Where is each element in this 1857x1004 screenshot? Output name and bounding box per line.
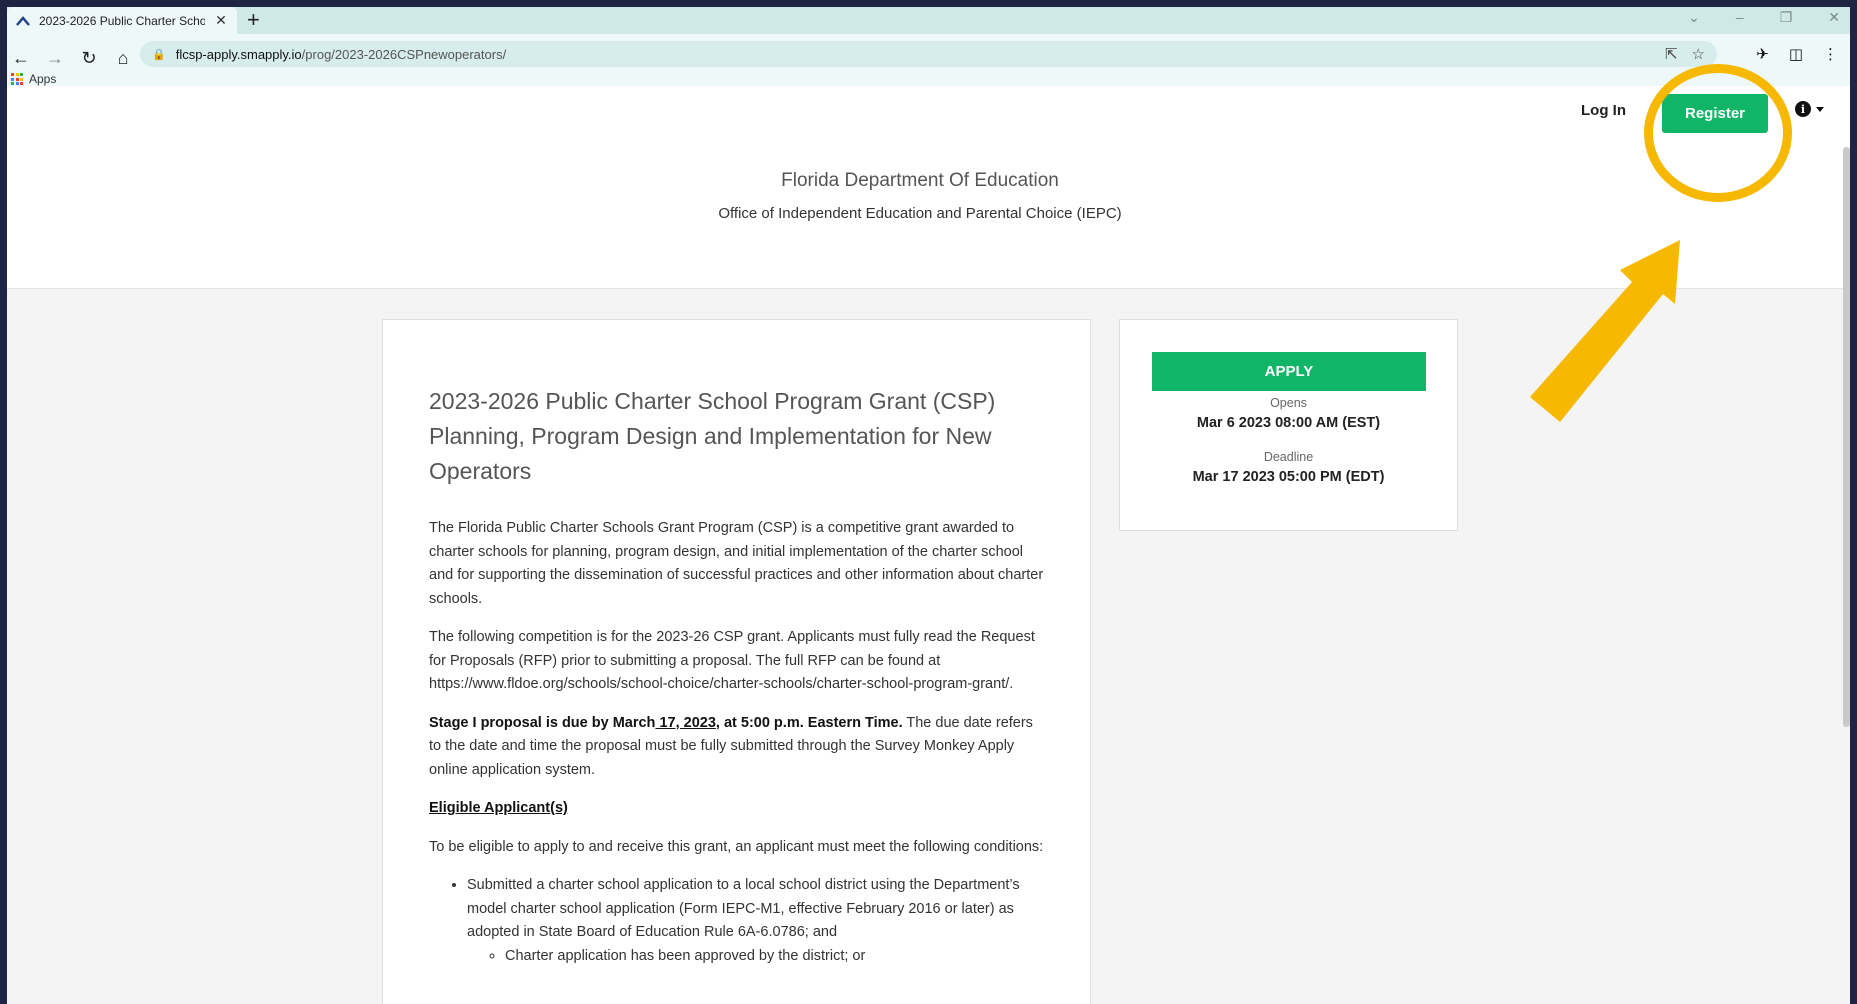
sub-list: Charter application has been approved by… xyxy=(505,945,1049,969)
due-date-bold-a: Stage I proposal is due by March xyxy=(429,714,656,731)
smapply-favicon-icon xyxy=(15,13,31,29)
page-content: Log In Register i Florida Department Of … xyxy=(7,87,1850,1004)
apply-card: APPLY Opens Mar 6 2023 08:00 AM (EST) De… xyxy=(1119,319,1458,531)
tab-strip: 2023-2026 Public Charter School ✕ + ⌄ – … xyxy=(7,7,1850,34)
opens-value: Mar 6 2023 08:00 AM (EST) xyxy=(1196,415,1381,431)
address-bar-actions: ⇱ ☆ xyxy=(1665,45,1705,63)
program-title: 2023-2026 Public Charter School Program … xyxy=(429,388,996,484)
eligible-heading-text: Eligible Applicant(s) xyxy=(429,800,568,816)
conditions-paragraph: To be eligible to apply to and receive t… xyxy=(429,838,1044,855)
annotation-highlight-circle xyxy=(1644,64,1792,202)
close-window-icon[interactable]: ✕ xyxy=(1828,9,1840,26)
restore-icon[interactable]: ❐ xyxy=(1780,9,1793,26)
minimize-icon[interactable]: – xyxy=(1736,9,1744,26)
extensions-icon[interactable]: ✈ xyxy=(1756,45,1769,63)
nav-buttons: ← → ↻ ⌂ xyxy=(11,48,133,69)
new-tab-button[interactable]: + xyxy=(247,9,260,31)
lock-icon[interactable]: 🔒 xyxy=(152,48,166,61)
share-icon[interactable]: ⇱ xyxy=(1665,45,1678,63)
apply-button[interactable]: APPLY xyxy=(1152,352,1426,391)
info-icon: i xyxy=(1795,101,1811,117)
intro-paragraph: The Florida Public Charter Schools Grant… xyxy=(429,520,1044,607)
home-icon[interactable]: ⌂ xyxy=(113,48,133,69)
due-date-paragraph: Stage I proposal is due by March 17, 202… xyxy=(429,712,1049,783)
login-link[interactable]: Log In xyxy=(1581,102,1626,119)
browser-tab[interactable]: 2023-2026 Public Charter School ✕ xyxy=(7,7,237,34)
tab-close-icon[interactable]: ✕ xyxy=(213,12,229,29)
tab-search-icon[interactable]: ⌄ xyxy=(1688,9,1700,26)
sub-list-item: Charter application has been approved by… xyxy=(505,945,1049,969)
program-description-card: 2023-2026 Public Charter School Program … xyxy=(382,319,1091,1004)
due-date-bold-b: , at 5:00 p.m. Eastern Time. xyxy=(715,714,903,731)
org-subtitle: Office of Independent Education and Pare… xyxy=(718,205,1122,222)
org-title: Florida Department Of Education xyxy=(781,170,1059,191)
program-body: The Florida Public Charter Schools Grant… xyxy=(429,517,1049,968)
url-host: flcsp-apply.smapply.io xyxy=(175,46,302,62)
url-path: /prog/2023-2026CSPnewoperators/ xyxy=(301,46,507,62)
info-menu-button[interactable]: i xyxy=(1795,101,1824,117)
conditions-list: Submitted a charter school application t… xyxy=(467,874,1049,968)
page-scrollbar[interactable] xyxy=(1843,147,1850,727)
deadline-value: Mar 17 2023 05:00 PM (EDT) xyxy=(1192,469,1385,485)
sidepanel-icon[interactable]: ◫ xyxy=(1789,45,1803,63)
forward-icon[interactable]: → xyxy=(45,48,65,69)
star-icon[interactable]: ☆ xyxy=(1692,45,1705,63)
caret-down-icon xyxy=(1816,106,1824,112)
bookmarks-bar: Apps xyxy=(11,72,56,86)
apps-icon[interactable] xyxy=(11,73,23,85)
annotation-arrow-icon xyxy=(1530,240,1680,422)
opens-label: Opens xyxy=(1270,396,1307,410)
kebab-icon[interactable]: ⋮ xyxy=(1823,45,1838,63)
rfp-paragraph: The following competition is for the 202… xyxy=(429,629,1035,692)
browser-window: 2023-2026 Public Charter School ✕ + ⌄ – … xyxy=(7,7,1850,1004)
back-icon[interactable]: ← xyxy=(11,48,31,69)
tab-title: 2023-2026 Public Charter School xyxy=(39,13,205,28)
list-item-text: Submitted a charter school application t… xyxy=(467,877,1020,940)
reload-icon[interactable]: ↻ xyxy=(79,48,99,69)
toolbar-actions: ✈ ◫ ⋮ xyxy=(1756,45,1838,63)
window-controls: ⌄ – ❐ ✕ xyxy=(1688,9,1840,26)
browser-toolbar: ← → ↻ ⌂ 🔒 flcsp-apply.smapply.io/prog/20… xyxy=(7,34,1850,86)
address-bar[interactable]: 🔒 flcsp-apply.smapply.io/prog/2023-2026C… xyxy=(140,41,1717,67)
apps-bookmark-label[interactable]: Apps xyxy=(29,72,56,86)
list-item: Submitted a charter school application t… xyxy=(467,874,1049,968)
url-text[interactable]: flcsp-apply.smapply.io/prog/2023-2026CSP… xyxy=(176,47,507,62)
deadline-label: Deadline xyxy=(1263,450,1314,464)
due-date-bold-underlined: 17, 2023 xyxy=(655,714,716,731)
eligible-heading: Eligible Applicant(s) xyxy=(429,797,1049,821)
